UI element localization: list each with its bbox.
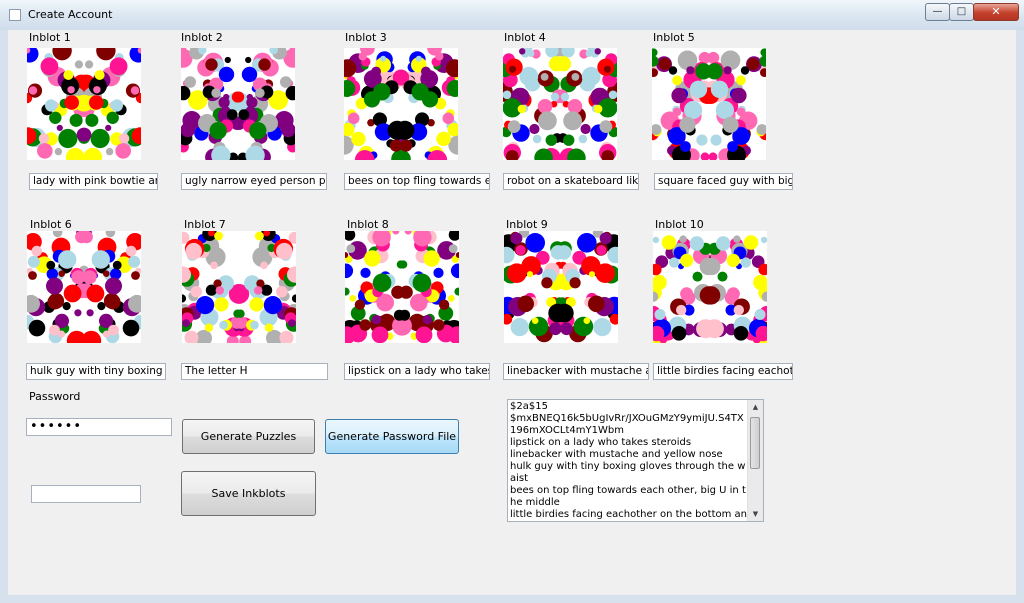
password-file-output[interactable]: $2a$15 $mxBNEQ16k5bUgIvRr/JXOuGMzY9ymiJU… xyxy=(507,399,764,522)
save-inkblots-label: Save Inkblots xyxy=(211,487,286,500)
inkblot-7-description-input[interactable]: The letter H xyxy=(181,363,328,380)
secondary-input[interactable] xyxy=(31,485,141,503)
inkblot-9-image xyxy=(504,231,618,343)
close-button[interactable]: ✕ xyxy=(973,3,1019,21)
output-line: bees on top fling towards each other, bi… xyxy=(510,485,746,508)
output-lines: $2a$15 $mxBNEQ16k5bUgIvRr/JXOuGMzY9ymiJU… xyxy=(510,401,748,521)
inkblot-5-image xyxy=(652,48,766,160)
generate-puzzles-button[interactable]: Generate Puzzles xyxy=(182,419,315,454)
output-line: $mxBNEQ16k5bUgIvRr/JXOuGMzY9ymiJU.S4TX19… xyxy=(510,413,744,436)
window-frame-bottom xyxy=(0,595,1024,603)
inkblot-6-label: Inblot 6 xyxy=(30,218,72,231)
window-frame-right xyxy=(1016,30,1024,603)
generate-password-file-button[interactable]: Generate Password File xyxy=(325,419,459,454)
inkblot-3-label: Inblot 3 xyxy=(345,31,387,44)
inkblot-4-description-input[interactable]: robot on a skateboard like thin xyxy=(503,173,639,190)
app-icon xyxy=(9,9,21,21)
inkblot-10-image xyxy=(653,231,767,343)
inkblot-10-label: Inblot 10 xyxy=(655,218,704,231)
inkblot-8-description-input[interactable]: lipstick on a lady who takes sterc xyxy=(344,363,490,380)
output-scrollbar[interactable]: ▲ ▼ xyxy=(747,400,763,521)
minimize-icon: — xyxy=(932,6,943,17)
inkblot-5-label: Inblot 5 xyxy=(653,31,695,44)
inkblot-1-image xyxy=(27,48,141,160)
maximize-button[interactable]: □ xyxy=(949,3,974,21)
close-icon: ✕ xyxy=(991,5,1001,18)
inkblot-7-label: Inblot 7 xyxy=(184,218,226,231)
generate-password-file-label: Generate Password File xyxy=(327,430,457,443)
scroll-up-icon[interactable]: ▲ xyxy=(748,400,763,414)
inkblot-4-label: Inblot 4 xyxy=(504,31,546,44)
inkblot-3-description-input[interactable]: bees on top fling towards each ot xyxy=(344,173,490,190)
save-inkblots-button[interactable]: Save Inkblots xyxy=(181,471,316,516)
inkblot-2-image xyxy=(181,48,295,160)
title-bar[interactable]: Create Account — □ ✕ xyxy=(0,0,1024,30)
inkblot-6-description-input[interactable]: hulk guy with tiny boxing gloves xyxy=(26,363,166,380)
inkblot-5-description-input[interactable]: square faced guy with big nose xyxy=(654,173,793,190)
inkblot-1-label: Inblot 1 xyxy=(29,31,71,44)
scroll-down-icon[interactable]: ▼ xyxy=(748,507,763,521)
output-line: lipstick on a lady who takes steroids xyxy=(510,437,692,448)
maximize-icon: □ xyxy=(956,6,967,17)
inkblot-6-image xyxy=(27,231,141,343)
inkblot-1-description-input[interactable]: lady with pink bowtie and pur xyxy=(29,173,158,190)
window-frame-left xyxy=(0,30,8,603)
output-line: linebacker with mustache and yellow nose xyxy=(510,449,723,460)
inkblot-3-image xyxy=(344,48,458,160)
inkblot-7-image xyxy=(182,231,296,343)
output-line: little birdies facing eachother on the b… xyxy=(510,509,747,520)
inkblot-10-description-input[interactable]: little birdies facing eachother on xyxy=(653,363,793,380)
password-label: Password xyxy=(29,390,81,403)
inkblot-9-description-input[interactable]: linebacker with mustache and ye xyxy=(503,363,649,380)
inkblot-9-label: Inblot 9 xyxy=(506,218,548,231)
scroll-thumb[interactable] xyxy=(750,417,760,469)
inkblot-2-description-input[interactable]: ugly narrow eyed person puckerir xyxy=(181,173,327,190)
window-title: Create Account xyxy=(28,8,113,21)
inkblot-2-label: Inblot 2 xyxy=(181,31,223,44)
output-line: hulk guy with tiny boxing gloves through… xyxy=(510,461,746,484)
generate-puzzles-label: Generate Puzzles xyxy=(200,430,297,443)
inkblot-8-label: Inblot 8 xyxy=(347,218,389,231)
inkblot-4-image xyxy=(503,48,617,160)
minimize-button[interactable]: — xyxy=(925,3,950,21)
password-input[interactable]: •••••• xyxy=(26,418,172,436)
output-line: $2a$15 xyxy=(510,401,548,412)
inkblot-8-image xyxy=(345,231,459,343)
